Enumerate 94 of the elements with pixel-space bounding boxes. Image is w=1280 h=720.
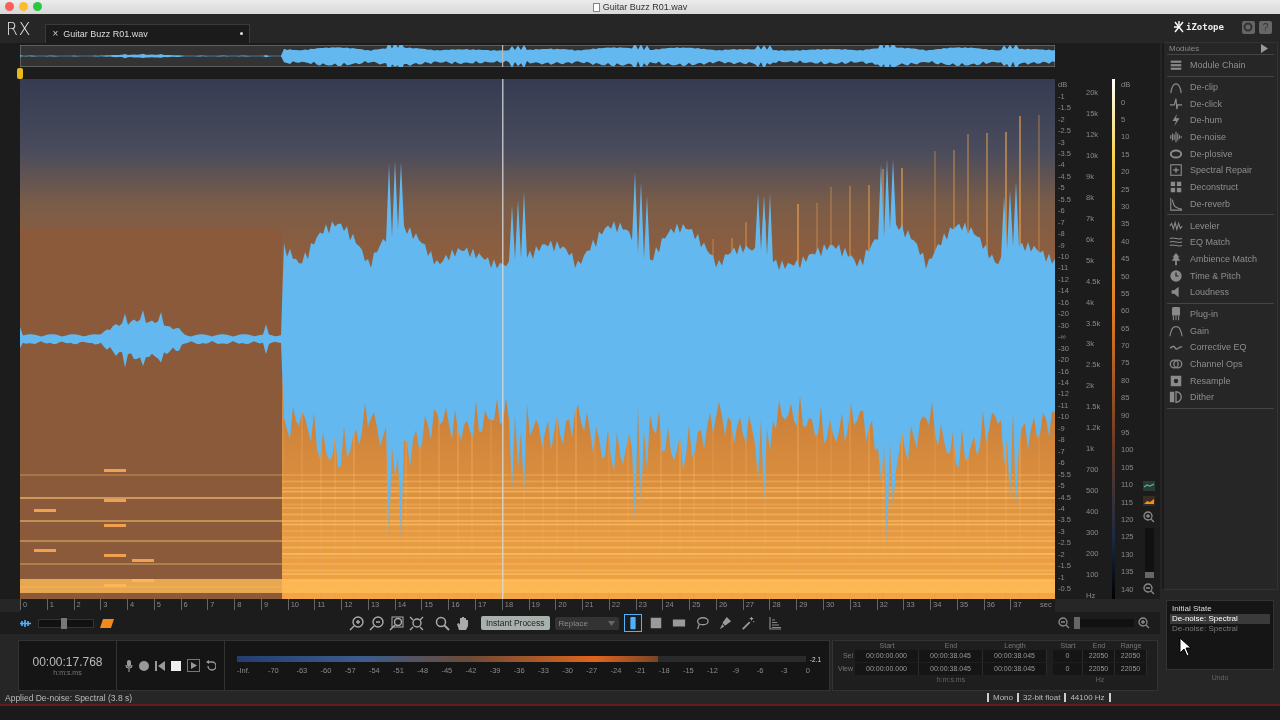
zoom-out-icon[interactable] bbox=[369, 615, 384, 631]
module-item[interactable]: De-reverb bbox=[1167, 195, 1274, 213]
play-icon[interactable] bbox=[187, 659, 200, 673]
grid-icon bbox=[1169, 180, 1183, 195]
brand-logo: iZotope bbox=[1186, 22, 1224, 32]
spectrogram-drawing[interactable] bbox=[20, 79, 1055, 600]
document-icon bbox=[592, 2, 600, 12]
format-info: Mono bbox=[993, 693, 1013, 703]
waveform-icon bbox=[1169, 130, 1183, 145]
slider-thumb[interactable] bbox=[60, 617, 67, 629]
spectrogram-icon[interactable] bbox=[100, 618, 114, 628]
half-disc-icon bbox=[1169, 390, 1183, 405]
zoom-fit-icon[interactable] bbox=[409, 615, 424, 631]
module-item[interactable]: Leveler bbox=[1167, 217, 1274, 234]
module-item[interactable]: Spectral Repair bbox=[1167, 162, 1274, 179]
module-item[interactable]: Module Chain bbox=[1167, 57, 1274, 74]
spectrum-color-icon[interactable] bbox=[1143, 496, 1155, 507]
record-icon[interactable] bbox=[139, 660, 149, 671]
microphone-icon[interactable] bbox=[125, 659, 133, 672]
module-item[interactable]: Plug-in bbox=[1167, 305, 1274, 323]
lasso-icon bbox=[694, 616, 709, 631]
file-tab[interactable]: × Guitar Buzz R01.wav bbox=[45, 23, 251, 43]
waveform-icon[interactable] bbox=[19, 618, 32, 628]
lines-icon bbox=[1169, 235, 1183, 250]
zoom-out-icon[interactable] bbox=[1143, 583, 1155, 596]
zoom-in-icon[interactable] bbox=[1138, 617, 1150, 630]
module-item[interactable]: Time & Pitch bbox=[1167, 267, 1274, 284]
history-item[interactable]: De-noise: Spectral bbox=[1170, 614, 1270, 624]
spark-icon bbox=[1174, 21, 1184, 33]
zoom-in-icon[interactable] bbox=[349, 615, 364, 631]
spike-icon bbox=[1169, 96, 1183, 111]
module-item[interactable]: Loudness bbox=[1167, 283, 1274, 301]
close-tab-button[interactable]: × bbox=[52, 28, 59, 40]
stop-icon[interactable] bbox=[171, 660, 181, 671]
slider-thumb[interactable] bbox=[1074, 617, 1080, 630]
view-blend-slider[interactable] bbox=[38, 618, 94, 628]
spectrum-color-icon[interactable] bbox=[1143, 481, 1155, 492]
time-readout: 00:00:17.768 bbox=[32, 655, 103, 670]
module-item[interactable]: Ambience Match bbox=[1167, 250, 1274, 268]
square-icon bbox=[648, 616, 663, 631]
module-item[interactable]: Deconstruct bbox=[1167, 178, 1274, 196]
module-item[interactable]: EQ Match bbox=[1167, 233, 1274, 251]
format-info: 44100 Hz bbox=[1070, 693, 1105, 703]
window-title: Guitar Buzz R01.wav bbox=[602, 2, 688, 12]
brush-icon bbox=[717, 616, 732, 631]
arch-icon bbox=[1169, 323, 1183, 338]
arch-icon bbox=[1169, 80, 1183, 95]
skip-back-icon[interactable] bbox=[155, 660, 165, 671]
module-item[interactable]: De-plosive bbox=[1167, 145, 1274, 163]
zoom-selection-icon[interactable] bbox=[389, 615, 404, 631]
settings-icon bbox=[1243, 22, 1254, 32]
zoom-in-icon[interactable] bbox=[1143, 511, 1155, 524]
zoom-out-icon[interactable] bbox=[1058, 617, 1070, 630]
playhead-handle-icon[interactable] bbox=[17, 68, 23, 80]
vertical-zoom-slider[interactable] bbox=[1144, 528, 1154, 579]
hand-icon[interactable] bbox=[455, 615, 470, 631]
settings-button[interactable] bbox=[1241, 20, 1255, 34]
tree-icon bbox=[1169, 251, 1183, 266]
wand-icon bbox=[740, 616, 755, 631]
tab-label: Guitar Buzz R01.wav bbox=[63, 28, 149, 39]
status-message: Applied De-noise: Spectral (3.8 s) bbox=[5, 692, 134, 703]
wave-icon bbox=[1169, 218, 1183, 233]
clock-icon bbox=[1169, 268, 1183, 283]
caret-icon bbox=[607, 620, 615, 626]
decay-icon bbox=[1169, 196, 1183, 211]
harmonics-icon[interactable] bbox=[767, 616, 782, 631]
loop-icon[interactable] bbox=[206, 660, 216, 672]
module-item[interactable]: De-hum bbox=[1167, 112, 1274, 129]
plug-icon bbox=[1169, 306, 1183, 321]
slider-thumb[interactable] bbox=[1144, 572, 1154, 579]
dot-icon bbox=[240, 32, 244, 36]
module-item[interactable]: Gain bbox=[1167, 322, 1274, 339]
module-item[interactable]: Corrective EQ bbox=[1167, 339, 1274, 356]
module-item[interactable]: Resample bbox=[1167, 372, 1274, 390]
panel-title: Modules bbox=[1169, 44, 1200, 53]
tool-button[interactable] bbox=[623, 614, 642, 633]
instant-process-button[interactable]: Instant Process bbox=[481, 616, 550, 631]
search-icon[interactable] bbox=[435, 615, 450, 631]
module-item[interactable]: Channel Ops bbox=[1167, 355, 1274, 373]
bars-icon bbox=[1169, 58, 1183, 73]
square-icon bbox=[1169, 373, 1183, 388]
module-item[interactable]: Dither bbox=[1167, 389, 1274, 406]
format-info: 32-bit float bbox=[1023, 693, 1061, 703]
rings-icon bbox=[1169, 357, 1183, 372]
waveform-overview[interactable] bbox=[20, 44, 1055, 67]
mouse-cursor-icon bbox=[1179, 637, 1193, 657]
expand-icon[interactable] bbox=[1261, 44, 1268, 53]
app-logo: RX bbox=[6, 19, 32, 40]
module-item[interactable]: De-clip bbox=[1167, 78, 1274, 96]
horizontal-zoom-slider[interactable] bbox=[1074, 619, 1134, 628]
module-item[interactable]: De-noise bbox=[1167, 128, 1274, 146]
plus-square-icon bbox=[1169, 163, 1183, 178]
history-item[interactable]: Initial State bbox=[1170, 604, 1270, 614]
module-item[interactable]: De-click bbox=[1167, 95, 1274, 113]
